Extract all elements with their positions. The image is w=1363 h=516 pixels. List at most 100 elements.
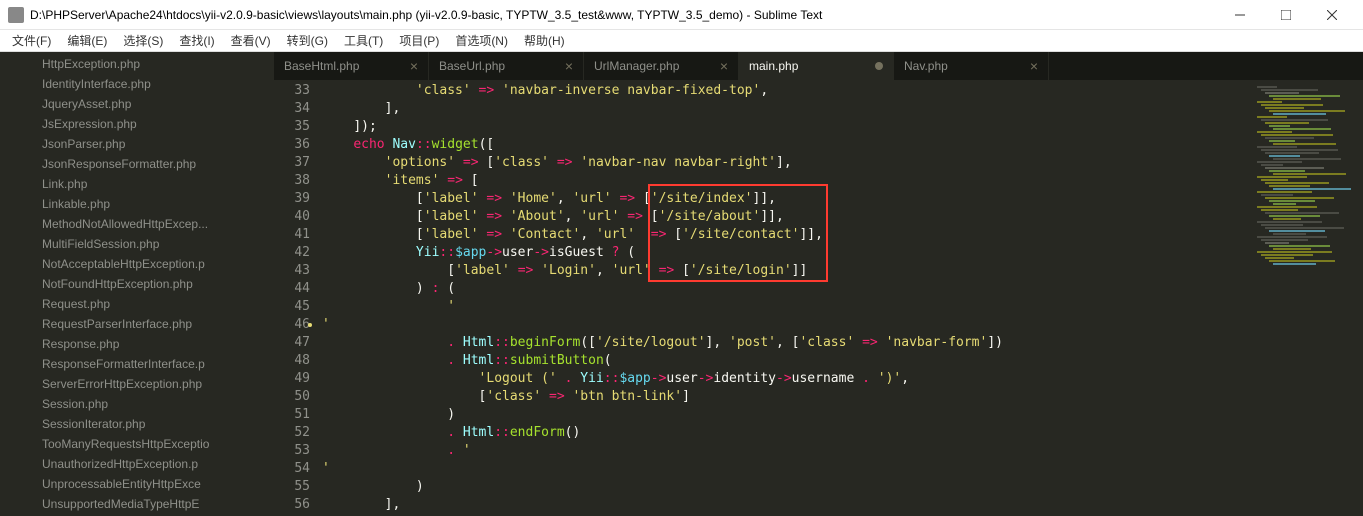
minimap-line: [1257, 116, 1287, 118]
minimap-line: [1273, 203, 1296, 205]
menu-edit[interactable]: 编辑(E): [59, 30, 115, 51]
sidebar-file-item[interactable]: Request.php: [24, 294, 274, 314]
sidebar[interactable]: HttpException.phpIdentityInterface.phpJq…: [24, 52, 274, 516]
minimap-line: [1269, 95, 1340, 97]
sidebar-file-item[interactable]: Session.php: [24, 394, 274, 414]
minimap-line: [1273, 143, 1336, 145]
menu-goto[interactable]: 转到(G): [279, 30, 336, 51]
sidebar-file-item[interactable]: JsExpression.php: [24, 114, 274, 134]
minimap[interactable]: [1253, 80, 1363, 516]
minimap-line: [1269, 215, 1320, 217]
minimap-line: [1261, 164, 1283, 166]
minimap-line: [1265, 122, 1309, 124]
minimap-line: [1261, 194, 1293, 196]
line-numbers: 33 34 35 36 37 38 39 40 41 42 43 44 45 4…: [274, 80, 318, 516]
app-icon: [8, 7, 24, 23]
minimap-line: [1261, 89, 1318, 91]
minimize-button[interactable]: [1217, 0, 1263, 30]
minimap-line: [1265, 227, 1344, 229]
editor[interactable]: 33 34 35 36 37 38 39 40 41 42 43 44 45 4…: [274, 80, 1363, 516]
tab-label: UrlManager.php: [594, 59, 679, 73]
minimap-line: [1269, 230, 1325, 232]
sidebar-file-item[interactable]: JsonParser.php: [24, 134, 274, 154]
minimap-line: [1257, 101, 1282, 103]
tab-urlmanager-php[interactable]: UrlManager.php ×: [584, 52, 739, 80]
menu-prefs[interactable]: 首选项(N): [447, 30, 516, 51]
minimap-line: [1265, 107, 1304, 109]
code-area[interactable]: 'class' => 'navbar-inverse navbar-fixed-…: [318, 80, 1253, 516]
minimap-line: [1273, 188, 1351, 190]
tab-baseurl-php[interactable]: BaseUrl.php×: [429, 52, 584, 80]
sidebar-file-item[interactable]: UnsupportedMediaTypeHttpE: [24, 494, 274, 514]
minimap-line: [1257, 161, 1302, 163]
sidebar-file-item[interactable]: IdentityInterface.php: [24, 74, 274, 94]
minimap-line: [1273, 263, 1316, 265]
menu-tools[interactable]: 工具(T): [336, 30, 391, 51]
minimap-line: [1257, 176, 1307, 178]
tab-main-php[interactable]: main.php: [739, 52, 894, 80]
minimap-line: [1269, 245, 1330, 247]
menu-find[interactable]: 查找(I): [171, 30, 222, 51]
tab-close-icon[interactable]: ×: [565, 59, 573, 73]
minimap-line: [1273, 248, 1311, 250]
menu-help[interactable]: 帮助(H): [516, 30, 573, 51]
minimap-line: [1257, 236, 1327, 238]
sidebar-file-item[interactable]: JsonResponseFormatter.php: [24, 154, 274, 174]
editor-wrap: BaseHtml.php×BaseUrl.php× UrlManager.php ×…: [274, 52, 1363, 516]
minimap-line: [1269, 110, 1345, 112]
sidebar-file-item[interactable]: UnauthorizedHttpException.p: [24, 454, 274, 474]
sidebar-file-item[interactable]: HttpException.php: [24, 54, 274, 74]
sidebar-file-item[interactable]: ResponseFormatterInterface.p: [24, 354, 274, 374]
sidebar-file-item[interactable]: MethodNotAllowedHttpExcep...: [24, 214, 274, 234]
minimap-line: [1261, 239, 1308, 241]
sidebar-file-item[interactable]: ServerErrorHttpException.php: [24, 374, 274, 394]
minimap-line: [1269, 155, 1300, 157]
menu-view[interactable]: 查看(V): [223, 30, 279, 51]
sidebar-file-item[interactable]: NotFoundHttpException.php: [24, 274, 274, 294]
sidebar-file-item[interactable]: Linkable.php: [24, 194, 274, 214]
menu-select[interactable]: 选择(S): [115, 30, 171, 51]
tab-label: Nav.php: [904, 59, 948, 73]
minimap-line: [1265, 197, 1334, 199]
sidebar-file-item[interactable]: Response.php: [24, 334, 274, 354]
minimap-line: [1269, 200, 1315, 202]
tab-label: main.php: [749, 59, 798, 73]
minimap-line: [1269, 170, 1305, 172]
minimap-line: [1261, 209, 1298, 211]
minimap-line: [1265, 212, 1339, 214]
minimap-line: [1261, 254, 1313, 256]
window-title: D:\PHPServer\Apache24\htdocs\yii-v2.0.9-…: [30, 8, 1217, 22]
tab-nav-php[interactable]: Nav.php ×: [894, 52, 1049, 80]
minimap-line: [1265, 92, 1299, 94]
sidebar-file-item[interactable]: TooManyRequestsHttpExceptio: [24, 434, 274, 454]
tab-close-icon[interactable]: ×: [410, 59, 418, 73]
minimap-line: [1261, 149, 1338, 151]
minimap-line: [1273, 218, 1301, 220]
window-controls: [1217, 0, 1355, 30]
minimap-line: [1257, 86, 1277, 88]
sidebar-file-item[interactable]: RequestParserInterface.php: [24, 314, 274, 334]
tab-close-icon[interactable]: ×: [1030, 59, 1038, 73]
minimap-line: [1261, 179, 1288, 181]
sidebar-file-item[interactable]: MultiFieldSession.php: [24, 234, 274, 254]
left-gutter: [0, 52, 24, 516]
minimap-line: [1265, 182, 1329, 184]
menu-project[interactable]: 项目(P): [391, 30, 447, 51]
close-button[interactable]: [1309, 0, 1355, 30]
menu-file[interactable]: 文件(F): [4, 30, 59, 51]
sidebar-file-item[interactable]: NotAcceptableHttpException.p: [24, 254, 274, 274]
maximize-button[interactable]: [1263, 0, 1309, 30]
sidebar-file-item[interactable]: UnprocessableEntityHttpExce: [24, 474, 274, 494]
tab-basehtml-php[interactable]: BaseHtml.php×: [274, 52, 429, 80]
minimap-line: [1269, 140, 1295, 142]
sidebar-file-item[interactable]: Link.php: [24, 174, 274, 194]
tab-close-icon[interactable]: ×: [720, 59, 728, 73]
minimap-line: [1257, 131, 1292, 133]
minimap-line: [1265, 257, 1294, 259]
minimap-line: [1257, 251, 1332, 253]
sidebar-file-item[interactable]: JqueryAsset.php: [24, 94, 274, 114]
minimap-line: [1257, 191, 1312, 193]
sidebar-file-item[interactable]: SessionIterator.php: [24, 414, 274, 434]
main-area: HttpException.phpIdentityInterface.phpJq…: [0, 52, 1363, 516]
minimap-line: [1273, 158, 1341, 160]
